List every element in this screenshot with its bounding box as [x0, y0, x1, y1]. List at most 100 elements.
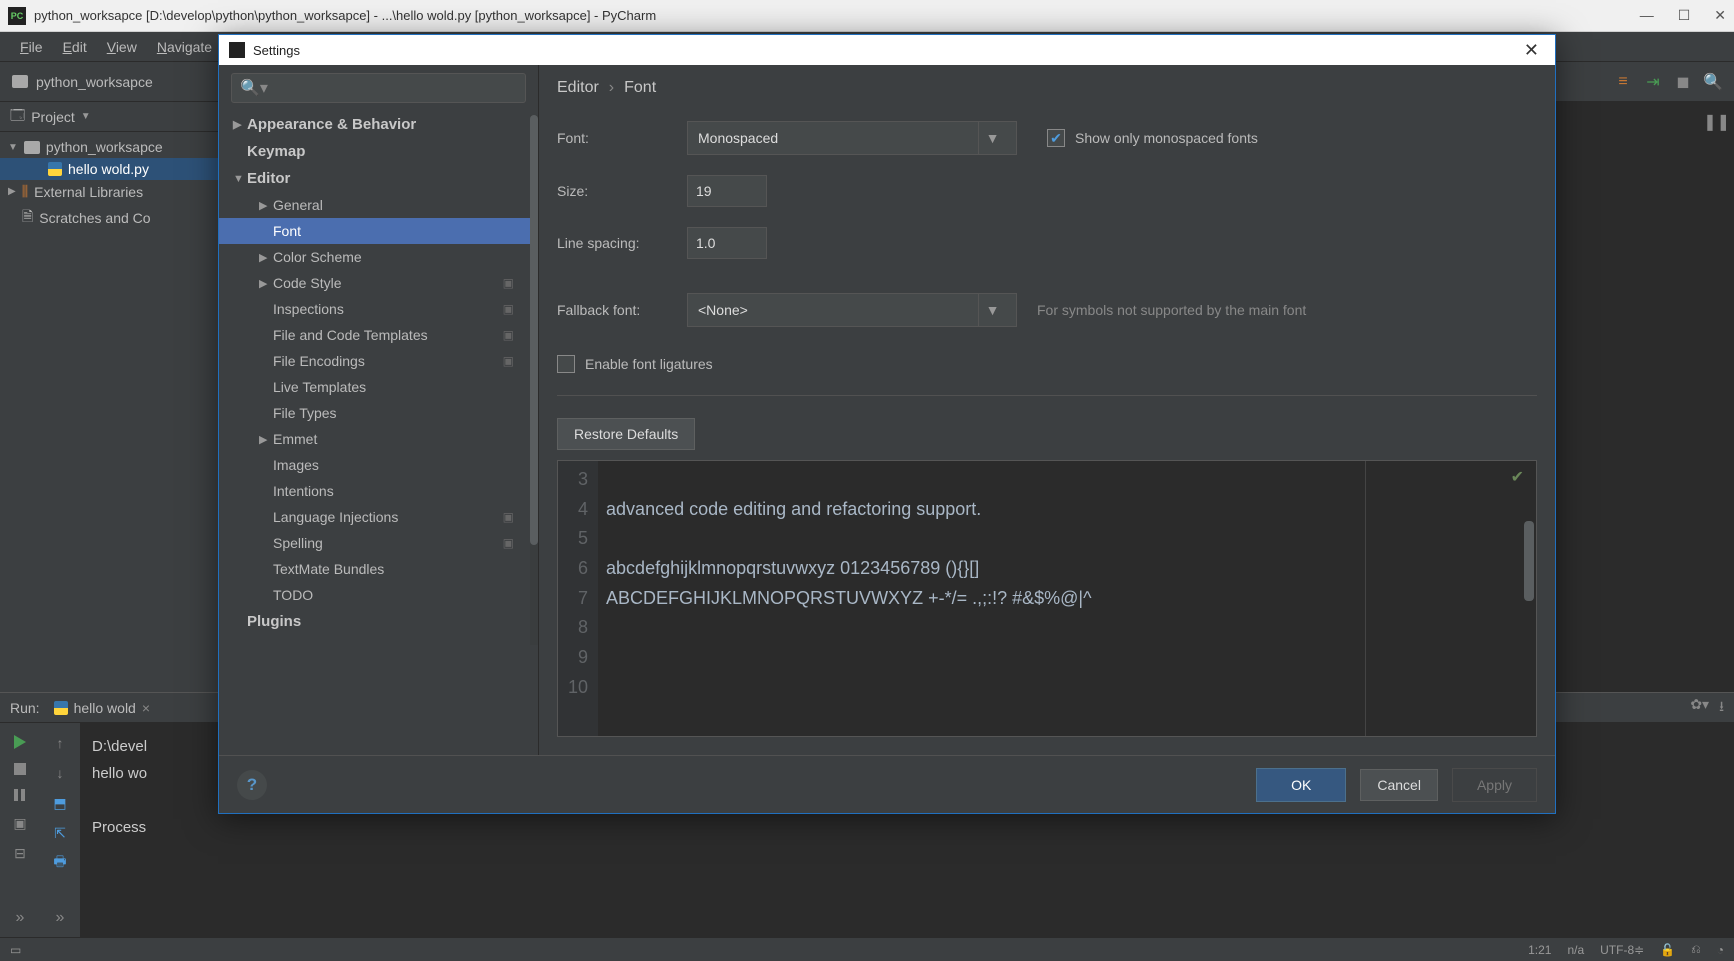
- insert-mode[interactable]: n/a: [1567, 943, 1584, 957]
- search-icon[interactable]: 🔍: [1704, 73, 1722, 91]
- nav-font[interactable]: Font: [219, 218, 538, 244]
- preview-code: advanced code editing and refactoring su…: [598, 461, 1100, 736]
- folder-icon: [24, 141, 40, 154]
- nav-images[interactable]: Images: [219, 452, 538, 478]
- libraries-icon: ⫼: [22, 183, 28, 200]
- ok-button[interactable]: OK: [1256, 768, 1346, 802]
- nav-color-scheme[interactable]: ▶Color Scheme: [219, 244, 538, 270]
- preview-gutter: 345678910: [558, 461, 598, 736]
- down-icon[interactable]: ↓: [52, 765, 68, 781]
- nav-language-injections[interactable]: Language Injections▣: [219, 504, 538, 530]
- nav-keymap[interactable]: Keymap: [219, 138, 538, 165]
- menu-file[interactable]: File: [10, 39, 53, 55]
- ligatures-label: Enable font ligatures: [585, 356, 713, 372]
- toolbar-icon-2[interactable]: ⇥: [1644, 73, 1662, 91]
- nav-todo[interactable]: TODO: [219, 582, 538, 608]
- project-view-icon: 🗔: [10, 105, 25, 129]
- size-input[interactable]: [687, 175, 767, 207]
- nav-emmet[interactable]: ▶Emmet: [219, 426, 538, 452]
- chevron-down-icon: ▼: [8, 142, 18, 153]
- lock-icon[interactable]: 🔓: [1660, 943, 1675, 957]
- project-header[interactable]: 🗔 Project ▼: [0, 102, 229, 132]
- up-icon[interactable]: ↑: [52, 735, 68, 751]
- restore-defaults-button[interactable]: Restore Defaults: [557, 418, 695, 450]
- pause-button[interactable]: [14, 789, 26, 801]
- expand-icon[interactable]: »: [16, 909, 25, 927]
- preview-margin-line: [1365, 461, 1366, 736]
- nav-textmate[interactable]: TextMate Bundles: [219, 556, 538, 582]
- nav-file-encodings[interactable]: File Encodings▣: [219, 348, 538, 374]
- breadcrumb-root[interactable]: python_worksapce: [36, 74, 153, 90]
- nav-live-templates[interactable]: Live Templates: [219, 374, 538, 400]
- window-title: python_worksapce [D:\develop\python\pyth…: [34, 8, 1640, 23]
- nav-scrollbar-thumb[interactable]: [530, 115, 538, 545]
- cursor-position[interactable]: 1:21: [1528, 943, 1551, 957]
- app-icon: PC: [8, 7, 26, 25]
- pause-icon[interactable]: ❚❚: [1703, 112, 1730, 132]
- expand-icon-2[interactable]: »: [56, 909, 65, 927]
- toolbar-icon-3[interactable]: ◼: [1674, 73, 1692, 91]
- font-label: Font:: [557, 130, 687, 146]
- run-tab[interactable]: hello wold ×: [48, 698, 156, 718]
- tree-root[interactable]: ▼ python_worksapce: [0, 136, 229, 158]
- minimize-button[interactable]: —: [1640, 7, 1654, 24]
- chevron-down-icon[interactable]: ▼: [81, 111, 91, 122]
- nav-code-style[interactable]: ▶Code Style▣: [219, 270, 538, 296]
- print-icon[interactable]: 🖶: [52, 855, 68, 871]
- export-icon[interactable]: ⇱: [52, 825, 68, 841]
- python-file-icon: [48, 162, 62, 176]
- monospaced-only-label: Show only monospaced fonts: [1075, 130, 1258, 146]
- menu-edit[interactable]: Edit: [53, 39, 97, 55]
- font-select[interactable]: Monospaced ▼: [687, 121, 1017, 155]
- maximize-button[interactable]: ☐: [1678, 7, 1691, 24]
- close-tab-icon[interactable]: ×: [142, 700, 150, 716]
- fallback-font-select[interactable]: <None> ▼: [687, 293, 1017, 327]
- nav-inspections[interactable]: Inspections▣: [219, 296, 538, 322]
- settings-breadcrumb: Editor › Font: [557, 65, 1537, 111]
- download-icon[interactable]: ⭳: [1719, 696, 1724, 720]
- monospaced-only-checkbox[interactable]: ✔: [1047, 129, 1065, 147]
- layout-icon-2[interactable]: ⊟: [12, 845, 28, 861]
- nav-appearance[interactable]: ▶Appearance & Behavior: [219, 111, 538, 138]
- nav-file-code-templates[interactable]: File and Code Templates▣: [219, 322, 538, 348]
- nav-spelling[interactable]: Spelling▣: [219, 530, 538, 556]
- nav-intentions[interactable]: Intentions: [219, 478, 538, 504]
- settings-search-input[interactable]: 🔍▾: [231, 73, 526, 103]
- preview-scrollbar[interactable]: [1524, 521, 1534, 601]
- status-icon[interactable]: ▭: [10, 943, 21, 957]
- tree-file-hello[interactable]: hello wold.py: [0, 158, 229, 180]
- stop-button[interactable]: [14, 763, 26, 775]
- file-encoding[interactable]: UTF-8≑: [1600, 943, 1644, 957]
- python-file-icon: [54, 701, 68, 715]
- gear-icon[interactable]: ✿▾: [1690, 696, 1709, 720]
- nav-plugins[interactable]: Plugins: [219, 608, 538, 635]
- menu-view[interactable]: View: [97, 39, 147, 55]
- size-label: Size:: [557, 183, 687, 199]
- nav-general[interactable]: ▶General: [219, 192, 538, 218]
- toolbar-icon-1[interactable]: ≡: [1614, 73, 1632, 91]
- tree-icon[interactable]: ⬒: [52, 795, 68, 811]
- font-preview[interactable]: 345678910 advanced code editing and refa…: [557, 460, 1537, 737]
- nav-file-types[interactable]: File Types: [219, 400, 538, 426]
- tree-external-libraries[interactable]: ▶ ⫼ External Libraries: [0, 180, 229, 203]
- menu-navigate[interactable]: Navigate: [147, 39, 222, 55]
- tree-scratches[interactable]: 🗎 Scratches and Co: [0, 203, 229, 233]
- status-bar: ▭ 1:21 n/a UTF-8≑ 🔓 ⎌ ◔: [0, 937, 1734, 961]
- close-button[interactable]: ✕: [1714, 7, 1726, 24]
- rerun-button[interactable]: [14, 735, 26, 749]
- line-spacing-input[interactable]: [687, 227, 767, 259]
- nav-editor[interactable]: ▼Editor: [219, 165, 538, 192]
- help-button[interactable]: ?: [237, 770, 267, 800]
- ligatures-checkbox[interactable]: [557, 355, 575, 373]
- cancel-button[interactable]: Cancel: [1360, 769, 1438, 801]
- chevron-right-icon: ▶: [8, 186, 16, 197]
- notify-icon[interactable]: ◔: [1717, 943, 1724, 957]
- dialog-close-button[interactable]: ✕: [1518, 40, 1545, 61]
- search-icon: 🔍▾: [240, 78, 268, 98]
- layout-icon[interactable]: ▣: [12, 815, 28, 831]
- app-icon: [229, 42, 245, 58]
- apply-button[interactable]: Apply: [1452, 768, 1537, 802]
- git-icon[interactable]: ⎌: [1691, 942, 1701, 957]
- check-icon: ✔: [1511, 467, 1524, 487]
- fallback-hint: For symbols not supported by the main fo…: [1037, 302, 1306, 318]
